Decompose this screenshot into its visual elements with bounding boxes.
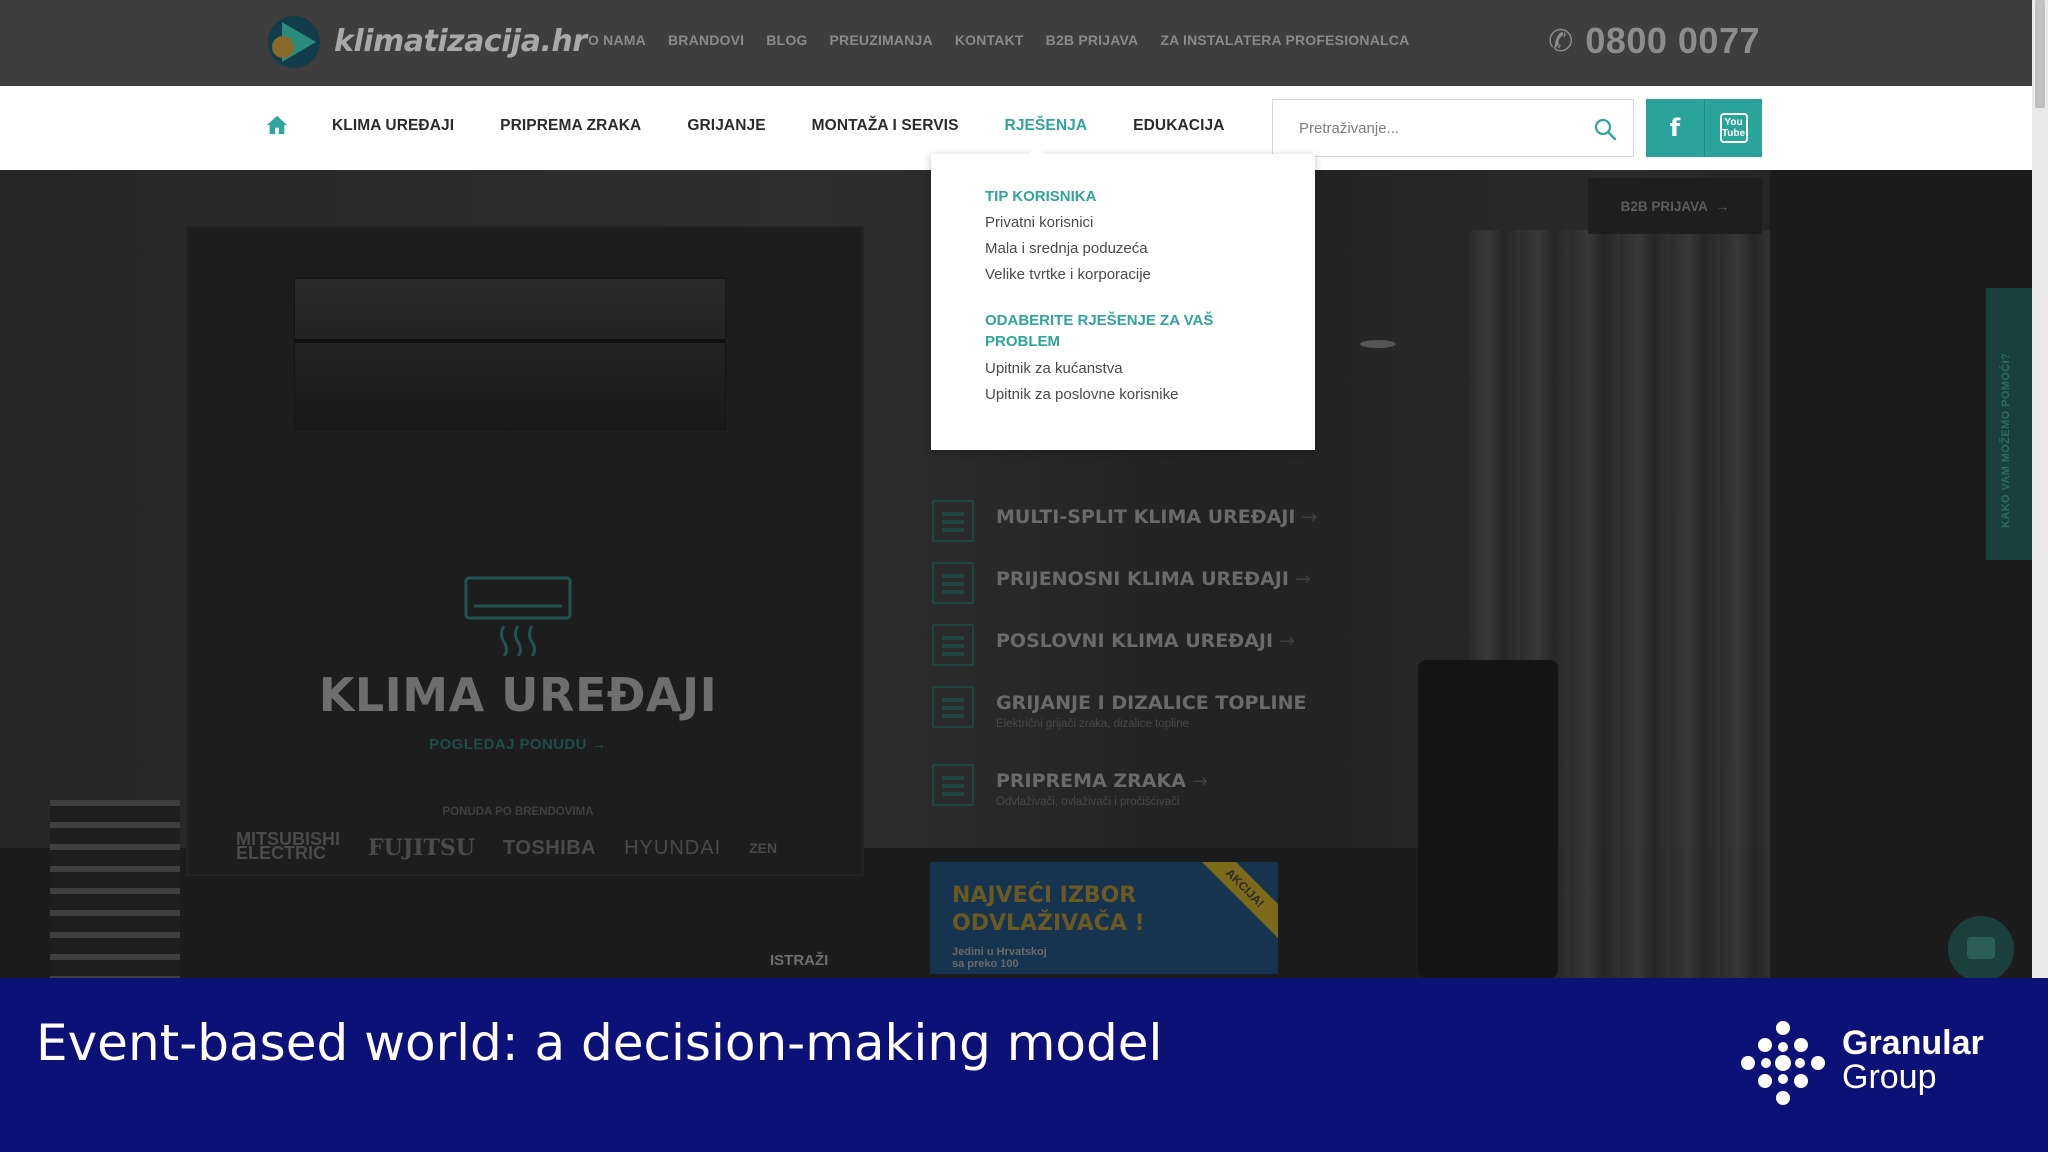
nav-item-klima-uredaji[interactable]: KLIMA UREĐAJI [332, 117, 454, 135]
b2b-login-label: B2B PRIJAVA [1620, 198, 1708, 214]
banner-title: Event-based world: a decision-making mod… [36, 1014, 1163, 1072]
brand-fujitsu[interactable]: FUJITSU [368, 835, 475, 861]
promo-banner[interactable]: AKCIJA! NAJVEĆI IZBOR ODVLAŽIVAČA ! Jedi… [926, 858, 1282, 978]
hero-stairs [50, 800, 180, 978]
help-side-tab[interactable]: KAKO VAM MOŽEMO POMOĆI? [1986, 288, 2032, 560]
youtube-icon-text-bottom: Tube [1721, 128, 1746, 139]
vertical-scrollbar[interactable] [2032, 0, 2048, 978]
rjesenja-dropdown: TIP KORISNIKA Privatni korisnici Mala i … [931, 146, 1315, 450]
top-link-blog[interactable]: BLOG [766, 32, 807, 48]
phone-number: 0800 0077 [1585, 20, 1760, 61]
phone-icon: ✆ [1548, 24, 1574, 58]
granular-dots-logo-icon [1741, 1021, 1825, 1105]
category-item[interactable]: PRIPREMA ZRAKA → Odvlaživači, ovlaživači i… [932, 764, 1208, 808]
logo-mark-icon [268, 12, 324, 70]
b2b-login-button[interactable]: B2B PRIJAVA → [1588, 178, 1762, 234]
top-links: O NAMA BRANDOVI BLOG PREUZIMANJA KONTAKT… [588, 32, 1409, 48]
youtube-icon: You Tube [1719, 113, 1748, 143]
klima-title: KLIMA UREĐAJI [318, 668, 718, 722]
page: klimatizacija.hr O NAMA BRANDOVI BLOG PR… [0, 0, 2048, 1152]
arrow-right-icon: → [1301, 506, 1318, 528]
home-icon[interactable] [266, 114, 288, 136]
brands-label: PONUDA PO BRENDOVIMA [442, 806, 594, 818]
category-subtitle: Električni grijači zraka, dizalice topli… [996, 718, 1190, 730]
hero-speaker [1418, 660, 1558, 978]
logo-text: klimatizacija.hr [334, 23, 587, 59]
top-link-preuzimanja[interactable]: PREUZIMANJA [830, 32, 933, 48]
explore-link[interactable]: ISTRAŽI [770, 952, 828, 969]
air-treatment-icon [932, 764, 974, 806]
dropdown-item-velike-tvrtke[interactable]: Velike tvrtke i korporacije [985, 266, 1151, 283]
promo-sub-line2: sa preko 100 [952, 958, 1019, 970]
site-logo[interactable]: klimatizacija.hr [268, 12, 587, 70]
chat-bubble-icon[interactable] [1948, 916, 2014, 978]
search-input[interactable] [1273, 100, 1573, 156]
brand-logos: MITSUBISHI ELECTRIC FUJITSU TOSHIBA HYUN… [236, 830, 777, 863]
category-title: PRIPREMA ZRAKA [996, 770, 1186, 792]
search-box [1272, 99, 1634, 157]
top-link-b2b-prijava[interactable]: B2B PRIJAVA [1046, 32, 1139, 48]
top-link-o-nama[interactable]: O NAMA [588, 32, 646, 48]
heating-icon [932, 686, 974, 728]
nav-item-edukacija[interactable]: EDUKACIJA [1133, 117, 1224, 135]
promo-sub-line1: Jedini u Hrvatskoj [952, 946, 1047, 958]
category-item[interactable]: POSLOVNI KLIMA UREĐAJI → [932, 624, 1295, 666]
category-item[interactable]: GRIJANJE I DIZALICE TOPLINE Električni gr… [932, 686, 1307, 730]
view-offer-link[interactable]: POGLEDAJ PONUDU → [188, 736, 848, 753]
dropdown-item-privatni[interactable]: Privatni korisnici [985, 214, 1093, 231]
dropdown-section-title: ODABERITE RJEŠENJE ZA VAŠ PROBLEM [985, 312, 1214, 350]
help-side-tab-label: KAKO VAM MOŽEMO POMOĆI? [2000, 352, 2012, 528]
air-conditioner-icon [464, 576, 572, 656]
youtube-icon-text-top: You [1724, 117, 1743, 128]
nav-item-priprema-zraka[interactable]: PRIPREMA ZRAKA [500, 117, 641, 135]
nav-list: KLIMA UREĐAJI PRIPREMA ZRAKA GRIJANJE MO… [332, 117, 1225, 135]
top-bar: klimatizacija.hr O NAMA BRANDOVI BLOG PR… [0, 0, 2032, 86]
arrow-right-icon: → [1294, 568, 1311, 590]
brand-mitsubishi[interactable]: MITSUBISHI ELECTRIC [236, 830, 340, 863]
brand-hyundai[interactable]: HYUNDAI [624, 837, 721, 860]
top-link-brandovi[interactable]: BRANDOVI [668, 32, 744, 48]
nav-item-grijanje[interactable]: GRIJANJE [687, 117, 765, 135]
business-ac-icon [932, 624, 974, 666]
granular-wordmark-line2: Group [1842, 1058, 1937, 1096]
presentation-banner: Event-based world: a decision-making mod… [0, 978, 2048, 1152]
facebook-button[interactable]: f [1646, 99, 1704, 157]
category-title: PRIJENOSNI KLIMA UREĐAJI [996, 568, 1289, 590]
nav-item-rjesenja[interactable]: RJEŠENJA [1005, 117, 1088, 135]
brand-zen[interactable]: ZEN [749, 840, 777, 856]
search-icon[interactable] [1593, 117, 1617, 141]
category-subtitle: Odvlaživači, ovlaživači i pročišćivači [996, 796, 1180, 808]
klima-panel[interactable]: KLIMA UREĐAJI POGLEDAJ PONUDU → PONUDA P… [186, 226, 864, 876]
category-title: MULTI-SPLIT KLIMA UREĐAJI [996, 506, 1296, 528]
dropdown-item-mala-srednja[interactable]: Mala i srednja poduzeća [985, 240, 1148, 257]
category-item[interactable]: PRIJENOSNI KLIMA UREĐAJI → [932, 562, 1311, 604]
nav-item-montaza-i-servis[interactable]: MONTAŽA I SERVIS [812, 117, 959, 135]
brand-toshiba[interactable]: TOSHIBA [503, 837, 596, 860]
dropdown-item-upitnik-kucanstva[interactable]: Upitnik za kućanstva [985, 360, 1123, 377]
category-title: POSLOVNI KLIMA UREĐAJI [996, 630, 1274, 652]
promo-tag: AKCIJA! [1190, 862, 1278, 943]
arrow-right-icon: → [1279, 630, 1295, 652]
promo-headline-line2: ODVLAŽIVAČA ! [952, 911, 1145, 936]
scrollbar-thumb[interactable] [2035, 0, 2045, 108]
facebook-icon: f [1669, 114, 1681, 142]
category-title: GRIJANJE I DIZALICE TOPLINE [996, 692, 1307, 714]
multi-split-icon [932, 500, 974, 542]
arrow-right-icon: → [1715, 198, 1730, 214]
ac-unit-image [294, 278, 726, 430]
brand-mitsubishi-line2: ELECTRIC [236, 843, 326, 863]
category-item[interactable]: MULTI-SPLIT KLIMA UREĐAJI → [932, 500, 1318, 542]
dropdown-item-upitnik-poslovni[interactable]: Upitnik za poslovne korisnike [985, 386, 1178, 403]
hero-lamp [1360, 340, 1396, 348]
top-link-kontakt[interactable]: KONTAKT [955, 32, 1024, 48]
granular-wordmark-line1: Granular [1842, 1024, 1984, 1062]
granular-wordmark: Granular Group [1842, 1026, 1984, 1094]
promo-headline-line1: NAJVEĆI IZBOR [952, 883, 1137, 908]
dropdown-section-title: TIP KORISNIKA [985, 188, 1097, 205]
arrow-right-icon: → [1191, 770, 1208, 792]
top-link-za-instalatera[interactable]: ZA INSTALATERA PROFESIONALCA [1160, 32, 1409, 48]
portable-ac-icon [932, 562, 974, 604]
youtube-button[interactable]: You Tube [1704, 99, 1762, 157]
phone-link[interactable]: ✆ 0800 0077 [1548, 20, 1760, 62]
